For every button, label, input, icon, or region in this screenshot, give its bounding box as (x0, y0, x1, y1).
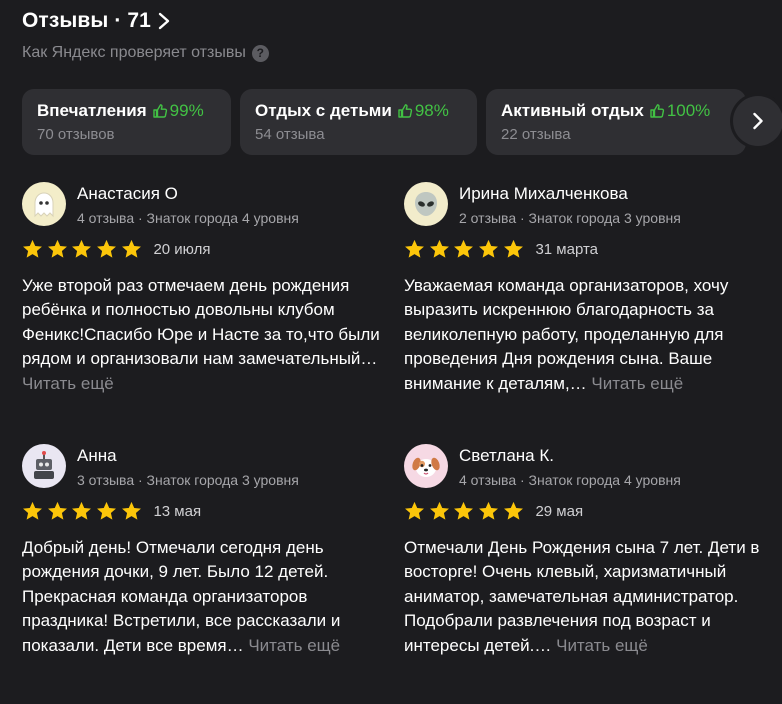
reviews-title: Отзывы · 71 (22, 9, 151, 32)
read-more-link[interactable]: Читать ещё (591, 374, 683, 393)
thumbs-up-icon (398, 104, 412, 118)
review-body: Уже второй раз отмечаем день рождения ре… (22, 276, 380, 369)
read-more-link[interactable]: Читать ещё (22, 374, 114, 393)
how-yandex-checks-label: Как Яндекс проверяет отзывы (22, 44, 246, 61)
chevron-right-icon (753, 112, 763, 130)
review-date: 31 марта (535, 240, 599, 258)
aspect-name: Отдых с детьми (255, 101, 392, 120)
review-rating: 13 мая (22, 500, 201, 522)
review-author[interactable]: Анастасия О (77, 184, 178, 204)
aspect-chip[interactable]: Впечатления 99% 70 отзывов (22, 89, 231, 155)
aspect-percent: 98% (414, 101, 449, 120)
star-icon (121, 239, 141, 258)
review-author[interactable]: Ирина Михалченкова (459, 184, 628, 204)
aspect-name: Впечатления (37, 101, 147, 120)
star-icon (454, 501, 474, 520)
aspect-name: Активный отдых (501, 101, 644, 120)
review-card: Ирина Михалченкова 2 отзыва · Знаток гор… (404, 182, 764, 393)
star-icon (23, 501, 42, 520)
aspect-chip[interactable]: Отдых с детьми 98% 54 отзыва (240, 89, 477, 155)
rating-stars (22, 501, 145, 521)
review-text: Уже второй раз отмечаем день рождения ре… (22, 274, 384, 396)
review-date: 13 мая (153, 502, 202, 520)
review-author[interactable]: Светлана К. (459, 446, 554, 466)
alien-avatar-icon[interactable] (404, 182, 448, 226)
review-author[interactable]: Анна (77, 446, 117, 466)
star-icon (429, 501, 449, 520)
aspect-count: 22 отзыва (501, 126, 571, 143)
star-icon (479, 239, 499, 258)
ghost-avatar-icon[interactable] (22, 182, 66, 226)
rating-stars (22, 239, 145, 259)
reviews-panel: Отзывы · 71 Как Яндекс проверяет отзывы … (0, 0, 782, 704)
review-card: Анастасия О 4 отзыва · Знаток города 4 у… (22, 182, 382, 393)
question-circle-icon[interactable]: ? (251, 44, 269, 62)
review-author-meta: 4 отзыва · Знаток города 4 уровня (459, 472, 681, 488)
aspects-carousel: Впечатления 99% 70 отзывов Отдых с детьм… (22, 89, 782, 155)
review-date: 20 июля (153, 240, 211, 258)
star-icon (454, 239, 474, 258)
star-icon (503, 239, 523, 258)
rating-stars (404, 501, 527, 521)
review-text: Отмечали День Рождения сына 7 лет. Дети … (404, 536, 766, 658)
review-author-meta: 2 отзыва · Знаток города 3 уровня (459, 210, 681, 226)
carousel-next-button[interactable] (733, 96, 782, 146)
review-rating: 20 июля (22, 238, 210, 260)
star-icon (405, 239, 424, 258)
review-text: Добрый день! Отмечали сегодня день рожде… (22, 536, 384, 658)
star-icon (405, 501, 424, 520)
star-icon (479, 501, 499, 520)
read-more-link[interactable]: Читать ещё (248, 636, 340, 655)
review-author-meta: 3 отзыва · Знаток города 3 уровня (77, 472, 299, 488)
thumbs-up-icon (650, 104, 664, 118)
review-rating: 29 мая (404, 500, 583, 522)
chevron-right-icon (158, 12, 170, 30)
star-icon (23, 239, 42, 258)
read-more-link[interactable]: Читать ещё (556, 636, 648, 655)
star-icon (97, 501, 117, 520)
review-author-meta: 4 отзыва · Знаток города 4 уровня (77, 210, 299, 226)
review-date: 29 мая (535, 502, 584, 520)
review-text: Уважаемая команда организаторов, хочу вы… (404, 274, 766, 396)
aspect-count: 54 отзыва (255, 126, 325, 143)
star-icon (503, 501, 523, 520)
review-card: Светлана К. 4 отзыва · Знаток города 4 у… (404, 444, 764, 655)
review-rating: 31 марта (404, 238, 598, 260)
robot-avatar-icon[interactable] (22, 444, 66, 488)
star-icon (47, 239, 67, 258)
star-icon (121, 501, 141, 520)
how-yandex-checks-link[interactable]: Как Яндекс проверяет отзывы ? (22, 44, 269, 62)
rating-stars (404, 239, 527, 259)
star-icon (97, 239, 117, 258)
aspect-percent: 100% (666, 101, 711, 120)
thumbs-up-icon (152, 104, 167, 118)
dog-avatar-icon[interactable] (404, 444, 448, 488)
aspect-percent: 99% (169, 101, 204, 120)
star-icon (72, 501, 92, 520)
reviews-header-link[interactable]: Отзывы · 71 (22, 9, 170, 33)
aspect-chip[interactable]: Активный отдых 100% 22 отзыва (486, 89, 746, 155)
star-icon (72, 239, 92, 258)
review-card: Анна 3 отзыва · Знаток города 3 уровня 1… (22, 444, 382, 655)
star-icon (47, 501, 67, 520)
star-icon (429, 239, 449, 258)
aspect-count: 70 отзывов (37, 126, 115, 143)
